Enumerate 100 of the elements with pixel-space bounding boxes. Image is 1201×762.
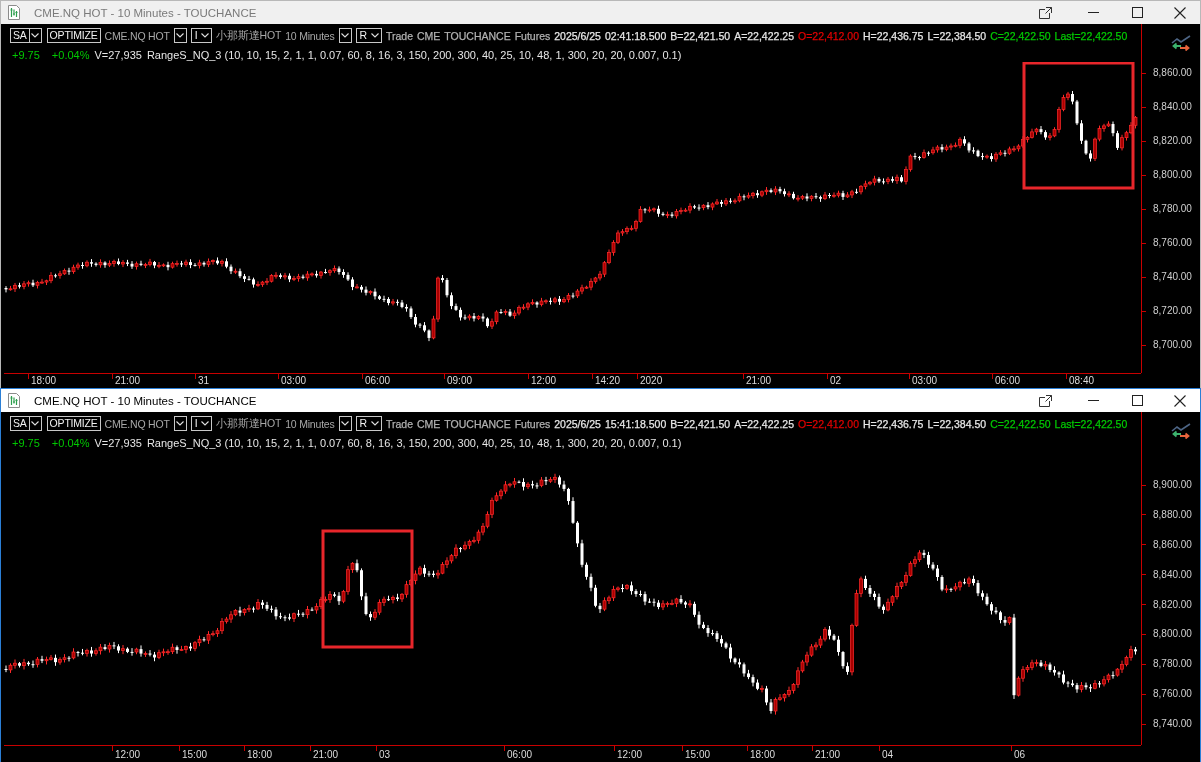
price-label: 8,760.00: [1153, 236, 1192, 250]
price-label: 8,860.00: [1153, 66, 1192, 80]
time-label: 08:40: [1069, 375, 1095, 387]
time-label: 15:00: [182, 749, 208, 761]
time-label: 06: [1014, 749, 1026, 761]
time-label: 18:00: [247, 749, 273, 761]
chevron-down-icon: [31, 421, 40, 426]
price-label: 8,800.00: [1153, 627, 1192, 642]
quote-text: Last=22,422.50: [1054, 28, 1128, 43]
time-label: 21:00: [115, 375, 141, 387]
quote-text: O=22,412.00: [798, 416, 859, 431]
time-label: 21:00: [313, 749, 339, 761]
quote-text: C=22,422.50: [990, 28, 1051, 43]
quote-text: TOUCHANCE: [444, 416, 511, 431]
trend-arrows-icon[interactable]: [1171, 423, 1191, 439]
price-label: 8,820.00: [1153, 597, 1192, 612]
dropdown-button[interactable]: [338, 416, 352, 431]
time-label: 31: [198, 375, 210, 387]
time-label: 09:00: [447, 375, 473, 387]
toolbar-label: 小那斯達HOT: [216, 416, 282, 431]
time-label: 14:20: [595, 375, 621, 387]
minimize-icon: [1087, 12, 1099, 13]
chevron-down-icon: [370, 33, 379, 38]
time-label: 12:00: [115, 749, 141, 761]
indicator-text: RangeS_NQ_3 (10, 10, 15, 2, 1, 1, 0.07, 60, 8, 16, 3, 150, 200, 300, 40, 25, 10, 48, 1, 300, 20, 20, 0.007, 0.1): [146, 436, 682, 450]
quote-text: L=22,384.50: [927, 28, 987, 43]
quote-text: CME: [417, 416, 441, 431]
price-label: 8,900.00: [1153, 478, 1192, 492]
toolbar-button[interactable]: OPTIMIZE: [46, 416, 101, 431]
chevron-down-icon: [341, 421, 350, 426]
time-label: 06:00: [507, 749, 533, 761]
indicator-text: V=27,935: [94, 48, 142, 62]
quote-text: B=22,421.50: [670, 416, 731, 431]
price-label: 8,800.00: [1153, 168, 1192, 182]
price-label: 8,840.00: [1153, 100, 1192, 114]
document-chart-icon: [8, 5, 20, 20]
time-label: 2020: [640, 375, 663, 387]
close-icon: [1173, 394, 1186, 407]
time-label: 18:00: [750, 749, 776, 761]
quote-text: O=22,412.00: [798, 28, 859, 43]
price-label: 8,740.00: [1153, 717, 1192, 731]
toolbar-label: CME.NQ HOT: [104, 417, 170, 430]
maximize-icon: [1131, 7, 1143, 18]
maximize-icon: [1131, 395, 1143, 406]
quote-text: TOUCHANCE: [444, 28, 511, 43]
document-chart-icon: [8, 393, 20, 408]
chevron-down-icon: [176, 33, 185, 38]
time-label: 03: [379, 749, 391, 761]
chevron-down-icon: [341, 33, 350, 38]
pop-out-icon: [1038, 6, 1052, 19]
time-label: 06:00: [365, 375, 391, 387]
indicator-text: +9.75: [12, 436, 40, 450]
dropdown-button[interactable]: R: [355, 416, 382, 431]
time-label: 15:00: [685, 749, 711, 761]
quote-text: H=22,436.75: [863, 416, 924, 431]
quote-text: 2025/6/25: [554, 416, 601, 431]
time-label: 12:00: [531, 375, 557, 387]
trend-arrows-icon[interactable]: [1171, 35, 1191, 51]
quote-text: Last=22,422.50: [1054, 416, 1128, 431]
quote-text: 2025/6/25: [554, 28, 601, 43]
price-label: 8,880.00: [1153, 507, 1192, 522]
time-label: 03:00: [281, 375, 307, 387]
quote-text: A=22,422.25: [734, 416, 794, 431]
quote-text: C=22,422.50: [990, 416, 1051, 431]
price-label: 8,820.00: [1153, 134, 1192, 148]
indicator-text: +0.04%: [51, 48, 90, 62]
quote-text: L=22,384.50: [927, 416, 987, 431]
indicator-text: +0.04%: [51, 436, 90, 450]
quote-text: 15:41:18.500: [604, 416, 667, 431]
toolbar-label: 10 Minutes: [285, 29, 335, 42]
toolbar-label: 10 Minutes: [285, 417, 335, 430]
time-label: 03:00: [912, 375, 938, 387]
time-label: 12:00: [617, 749, 643, 761]
window-title: CME.NQ HOT - 10 Minutes - TOUCHANCE: [34, 394, 258, 407]
toolbar-button[interactable]: SA: [10, 416, 30, 431]
quote-text: B=22,421.50: [670, 28, 731, 43]
quote-text: CME: [417, 28, 441, 43]
chevron-down-icon: [176, 421, 185, 426]
chevron-down-icon: [31, 33, 40, 38]
time-label: 04: [882, 749, 894, 761]
quote-text: Futures: [514, 416, 551, 431]
time-label: 21:00: [746, 375, 772, 387]
price-label: 8,780.00: [1153, 657, 1192, 672]
price-label: 8,760.00: [1153, 687, 1192, 702]
quote-text: Futures: [514, 28, 551, 43]
quote-text: Trade: [385, 28, 413, 43]
quote-text: 02:41:18.500: [604, 28, 667, 43]
quote-text: A=22,422.25: [734, 28, 794, 43]
dropdown-button[interactable]: [173, 416, 187, 431]
window-title: CME.NQ HOT - 10 Minutes - TOUCHANCE: [34, 6, 258, 19]
price-label: 8,840.00: [1153, 567, 1192, 582]
dropdown-button[interactable]: I: [190, 416, 213, 431]
chevron-down-icon: [370, 421, 379, 426]
indicator-text: RangeS_NQ_3 (10, 10, 15, 2, 1, 1, 0.07, 60, 8, 16, 3, 150, 200, 300, 40, 25, 10, 48, 1, 300, 20, 20, 0.007, 0.1): [146, 48, 682, 62]
quote-text: H=22,436.75: [863, 28, 924, 43]
price-label: 8,780.00: [1153, 202, 1192, 216]
chevron-down-icon: [201, 33, 210, 38]
price-label: 8,720.00: [1153, 304, 1192, 318]
time-label: 06:00: [995, 375, 1021, 387]
toolbar-label: 小那斯達HOT: [216, 28, 282, 43]
